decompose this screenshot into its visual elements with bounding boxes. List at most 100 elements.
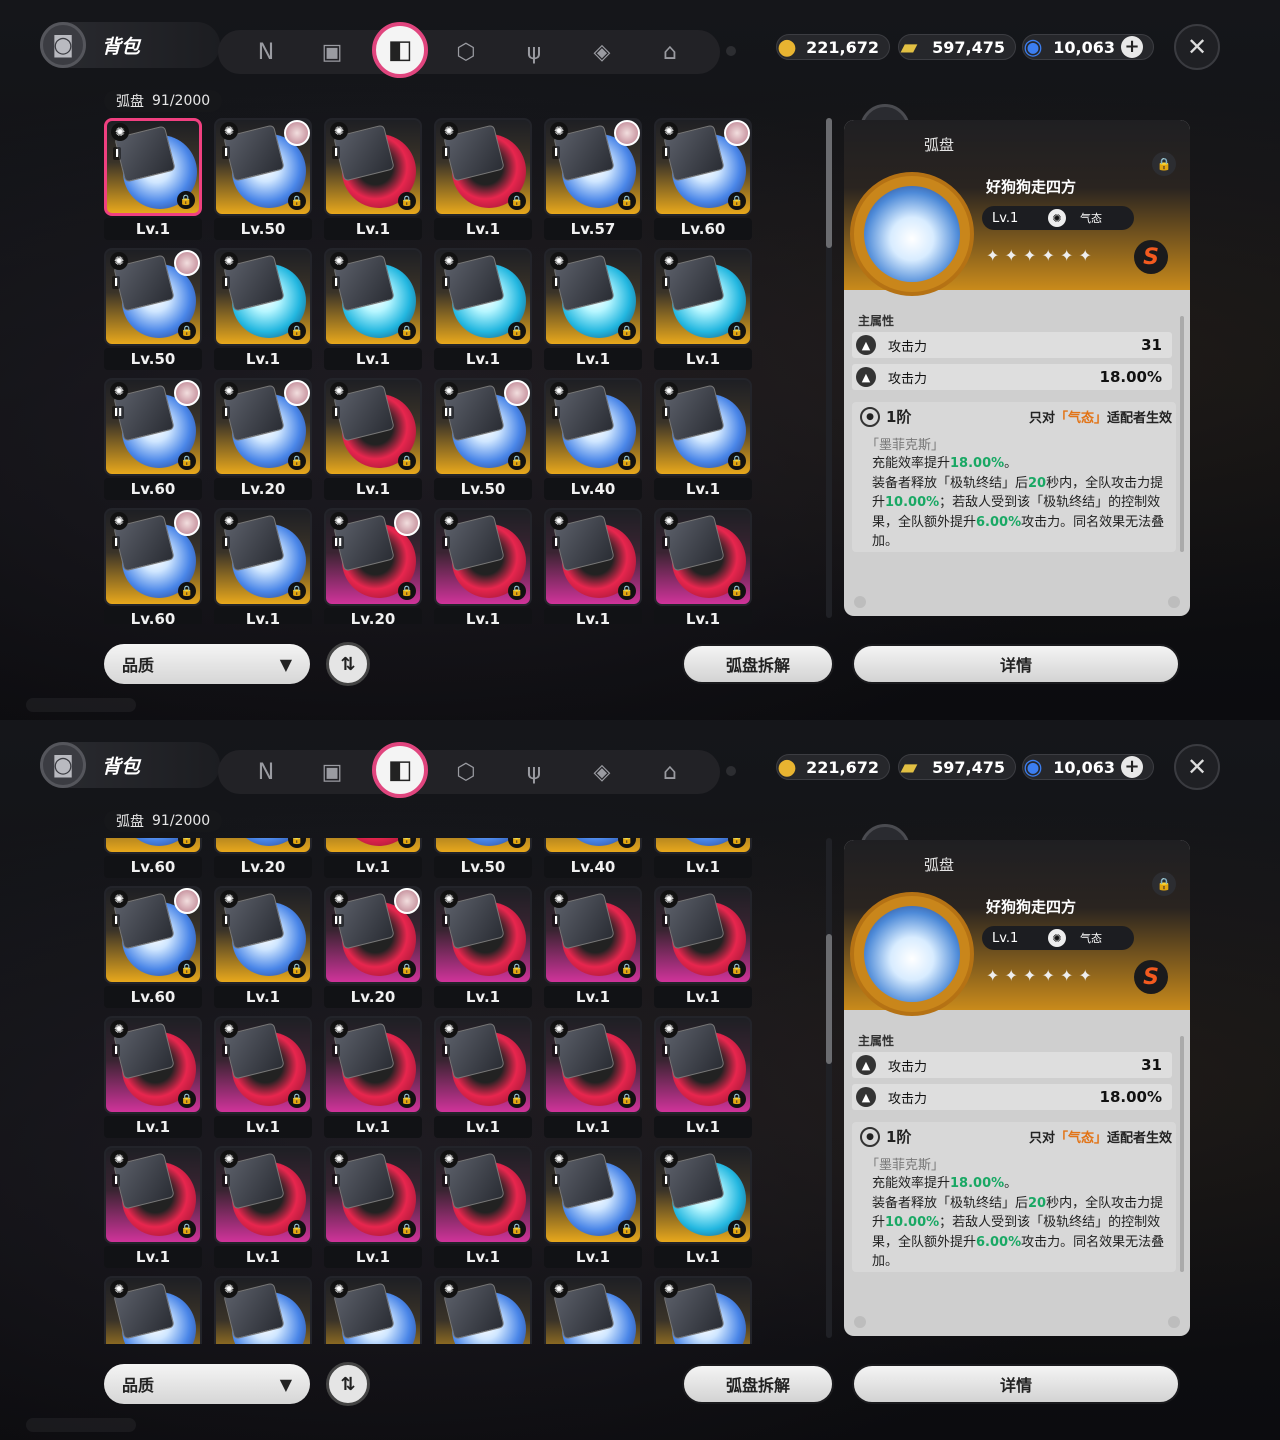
disc-card[interactable]: ✺I🔒: [654, 378, 752, 476]
disc-grid-item[interactable]: ✺I🔒Lv.1: [654, 1016, 752, 1140]
disc-grid-item[interactable]: ✺I🔒Lv.1: [104, 118, 202, 242]
quality-filter-dropdown[interactable]: 品质 ▼: [104, 644, 310, 684]
n-icon[interactable]: N: [246, 752, 286, 792]
disc-grid-item[interactable]: ✺I🔒Lv.1: [654, 248, 752, 372]
disc-grid-item[interactable]: ✺I🔒Lv.1: [104, 1146, 202, 1270]
detail-scrollbar[interactable]: [1180, 1036, 1184, 1272]
disc-card[interactable]: ✺I🔒: [544, 838, 642, 854]
disc-card[interactable]: ✺II🔒: [324, 886, 422, 984]
disc-grid-item[interactable]: ✺I🔒Lv.20: [214, 378, 312, 502]
stone-icon[interactable]: ◈: [582, 32, 622, 72]
disc-grid-item[interactable]: ✺I🔒Lv.1: [434, 118, 532, 242]
add-gem-button[interactable]: +: [1121, 756, 1143, 778]
home-icon[interactable]: ⌂: [650, 752, 690, 792]
disc-card[interactable]: ✺I🔒: [104, 1146, 202, 1244]
disc-grid-item[interactable]: ✺I🔒Lv.40: [544, 838, 642, 880]
disc-grid-item[interactable]: ✺I🔒Lv.1: [324, 1016, 422, 1140]
disc-card[interactable]: ✺I🔒: [654, 838, 752, 854]
disc-card[interactable]: ✺I🔒: [214, 248, 312, 346]
disc-card[interactable]: ✺II🔒: [434, 838, 532, 854]
disc-card[interactable]: ✺I🔒: [654, 508, 752, 606]
disc-card[interactable]: ✺I🔒: [214, 1146, 312, 1244]
disc-card[interactable]: ✺I🔒: [434, 248, 532, 346]
disc-grid-item[interactable]: ✺I🔒Lv.1: [214, 508, 312, 624]
detail-scrollbar[interactable]: [1180, 316, 1184, 552]
disc-card[interactable]: ✺I🔒: [434, 118, 532, 216]
disc-card[interactable]: ✺I🔒: [544, 118, 642, 216]
disc-card[interactable]: ✺II🔒: [324, 508, 422, 606]
disc-card[interactable]: ✺I🔒: [324, 118, 422, 216]
disc-card[interactable]: ✺I🔒: [434, 886, 532, 984]
disc-card[interactable]: ✺I🔒: [324, 248, 422, 346]
disc-grid-item[interactable]: ✺ II 🔒 Lv.50: [434, 378, 532, 502]
disc-grid-item[interactable]: ✺I🔒Lv.1: [434, 508, 532, 624]
disc-card[interactable]: ✺🔒: [324, 1276, 422, 1344]
lock-toggle-icon[interactable]: 🔒: [1152, 152, 1176, 176]
grid-scroll-thumb[interactable]: [826, 118, 832, 248]
disc-grid-item[interactable]: ✺II🔒 Lv.60: [104, 838, 202, 880]
disc-card[interactable]: ✺II🔒: [434, 378, 532, 476]
disc-card[interactable]: ✺I🔒: [544, 1016, 642, 1114]
disc-card[interactable]: ✺I🔒: [654, 248, 752, 346]
disc-card[interactable]: ✺I🔒: [434, 508, 532, 606]
disc-card[interactable]: ✺I🔒: [104, 886, 202, 984]
disc-card[interactable]: ✺I🔒: [214, 118, 312, 216]
sort-order-button[interactable]: ⇅: [326, 642, 370, 686]
gamepad-icon[interactable]: ▣: [312, 32, 352, 72]
grid-scroll-thumb[interactable]: [826, 934, 832, 1064]
disc-card[interactable]: ✺I🔒: [104, 248, 202, 346]
disc-card[interactable]: ✺I🔒: [654, 886, 752, 984]
disc-grid-item[interactable]: ✺ I 🔒 Lv.60: [104, 508, 202, 624]
n-icon[interactable]: N: [246, 32, 286, 72]
disc-grid-item[interactable]: ✺🔒: [214, 1276, 312, 1344]
quality-filter-dropdown[interactable]: 品质 ▼: [104, 1364, 310, 1404]
disc-grid-item[interactable]: ✺I🔒Lv.1: [544, 248, 642, 372]
disc-grid-item[interactable]: ✺I🔒Lv.1: [214, 1016, 312, 1140]
disc-grid-item[interactable]: ✺ I 🔒 Lv.50: [104, 248, 202, 372]
disc-grid-item[interactable]: ✺I🔒Lv.1: [434, 886, 532, 1010]
disc-icon[interactable]: ◧: [372, 742, 428, 798]
disc-card[interactable]: ✺I🔒: [654, 1146, 752, 1244]
disc-card[interactable]: ✺I🔒: [434, 1146, 532, 1244]
disc-grid-item[interactable]: ✺I🔒Lv.1: [324, 248, 422, 372]
disc-grid-item[interactable]: ✺I🔒Lv.1: [544, 508, 642, 624]
disc-card[interactable]: ✺I🔒: [544, 508, 642, 606]
disc-grid-item[interactable]: ✺I🔒Lv.1: [654, 1146, 752, 1270]
disc-card[interactable]: ✺I🔒: [544, 378, 642, 476]
disc-grid-item[interactable]: ✺🔒: [654, 1276, 752, 1344]
disc-grid-item[interactable]: ✺I🔒Lv.20: [214, 838, 312, 880]
disc-grid-item[interactable]: ✺I🔒Lv.1: [324, 838, 422, 880]
cube-icon[interactable]: ⬡: [446, 752, 486, 792]
disc-grid-item[interactable]: ✺I🔒Lv.1: [104, 1016, 202, 1140]
disc-grid-item[interactable]: ✺🔒: [104, 1276, 202, 1344]
disc-card[interactable]: ✺🔒: [214, 1276, 312, 1344]
disc-grid-item[interactable]: ✺🔒: [544, 1276, 642, 1344]
disc-icon[interactable]: ◧: [372, 22, 428, 78]
disc-grid-item[interactable]: ✺🔒: [324, 1276, 422, 1344]
dismantle-button[interactable]: 弧盘拆解: [682, 644, 834, 684]
gamepad-icon[interactable]: ▣: [312, 752, 352, 792]
disc-grid-item[interactable]: ✺I🔒Lv.1: [434, 1146, 532, 1270]
details-button[interactable]: 详情: [852, 1364, 1180, 1404]
disc-card[interactable]: ✺🔒: [544, 1276, 642, 1344]
disc-grid-item[interactable]: ✺ I 🔒 Lv.60: [104, 886, 202, 1010]
disc-grid-item[interactable]: ✺ I 🔒 Lv.60: [654, 118, 752, 242]
disc-card[interactable]: ✺I🔒: [324, 838, 422, 854]
disc-card[interactable]: ✺I🔒: [544, 1146, 642, 1244]
disc-card[interactable]: ✺I🔒: [214, 508, 312, 606]
disc-grid-item[interactable]: ✺🔒: [434, 1276, 532, 1344]
dismantle-button[interactable]: 弧盘拆解: [682, 1364, 834, 1404]
disc-grid-item[interactable]: ✺I🔒Lv.1: [214, 886, 312, 1010]
utensils-icon[interactable]: ψ: [514, 752, 554, 792]
disc-grid-item[interactable]: ✺ II 🔒 Lv.20: [324, 508, 422, 624]
disc-card[interactable]: ✺I🔒: [324, 378, 422, 476]
grid-scrollbar[interactable]: [826, 838, 832, 1338]
disc-card[interactable]: ✺I🔒: [214, 1016, 312, 1114]
disc-card[interactable]: ✺I🔒: [324, 1016, 422, 1114]
home-icon[interactable]: ⌂: [650, 32, 690, 72]
disc-grid-item[interactable]: ✺I🔒Lv.1: [214, 1146, 312, 1270]
disc-card[interactable]: ✺🔒: [434, 1276, 532, 1344]
disc-grid-item[interactable]: ✺I🔒Lv.1: [654, 886, 752, 1010]
disc-grid-item[interactable]: ✺I🔒Lv.40: [544, 378, 642, 502]
add-gem-button[interactable]: +: [1121, 36, 1143, 58]
